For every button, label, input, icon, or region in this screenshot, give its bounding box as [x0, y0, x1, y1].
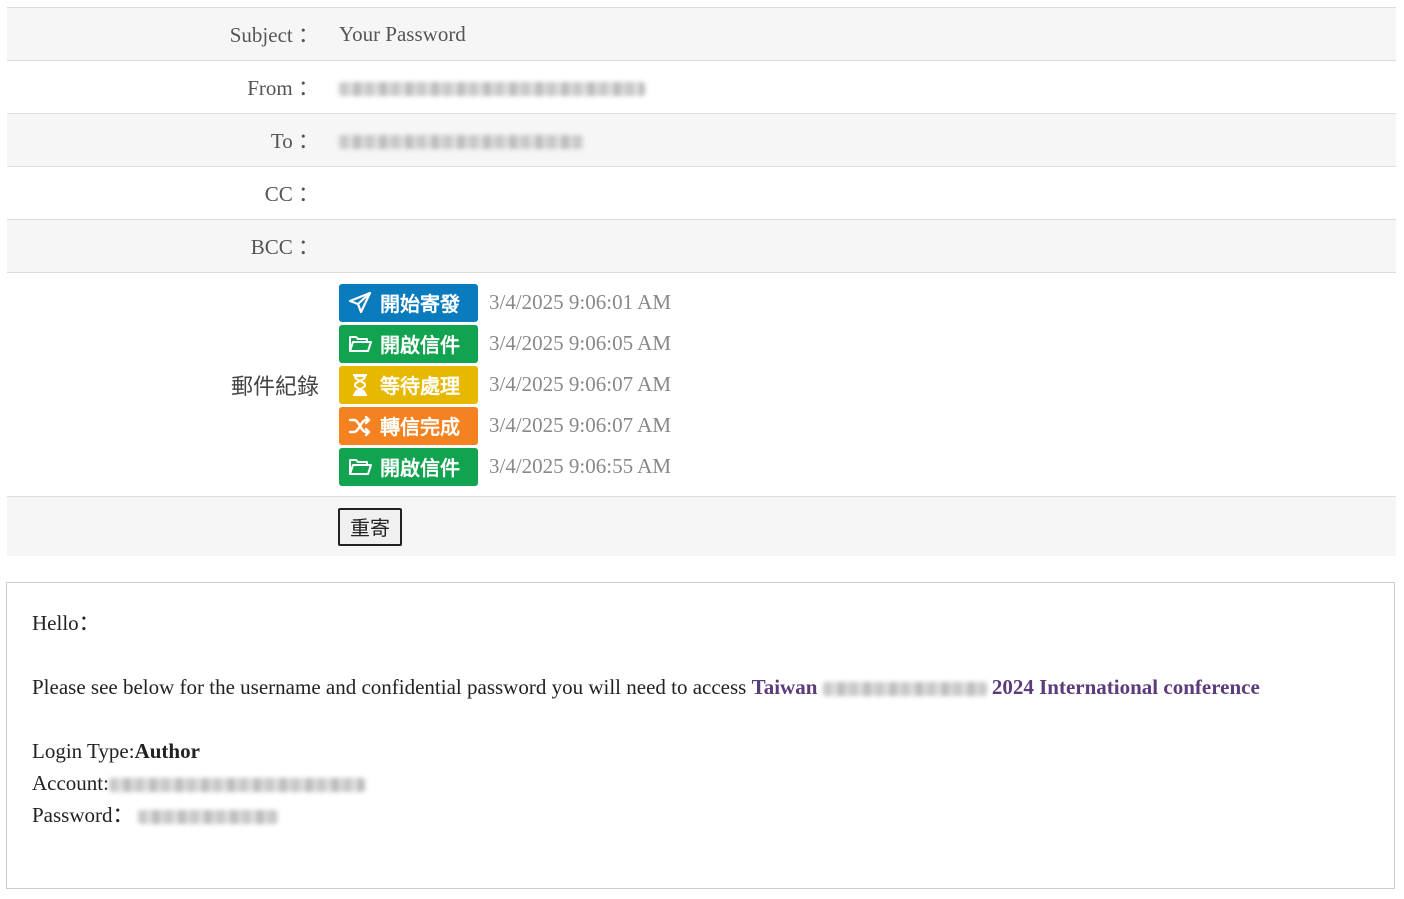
status-label: 開啟信件	[380, 333, 460, 357]
mail-header-table: Subject ： Your Password From ： To ： CC ：…	[7, 7, 1396, 556]
mail-log-list: 開始寄發 3/4/2025 9:06:01 AM 開啟信件 3/4/2025 9…	[319, 283, 672, 486]
log-entry: 轉信完成 3/4/2025 9:06:07 AM	[339, 406, 672, 445]
account-line: Account:	[32, 767, 1369, 799]
folder-open-icon	[349, 335, 372, 352]
log-entry: 等待處理 3/4/2025 9:06:07 AM	[339, 365, 672, 404]
log-timestamp: 3/4/2025 9:06:07 AM	[489, 372, 672, 396]
log-entry: 開始寄發 3/4/2025 9:06:01 AM	[339, 283, 672, 322]
status-badge: 轉信完成	[339, 406, 478, 445]
bcc-label: BCC ：	[250, 235, 319, 259]
password-label: Password：	[32, 803, 134, 827]
hourglass-icon	[353, 373, 367, 396]
mail-log-label: 郵件紀錄	[230, 374, 319, 400]
log-timestamp: 3/4/2025 9:06:01 AM	[489, 290, 672, 314]
folder-open-icon	[349, 458, 372, 475]
from-label: From ：	[247, 76, 319, 100]
log-entry: 開啟信件 3/4/2025 9:06:05 AM	[339, 324, 672, 363]
status-badge: 開啟信件	[339, 324, 478, 363]
status-badge: 開啟信件	[339, 447, 478, 486]
status-label: 轉信完成	[380, 415, 460, 439]
from-value	[319, 75, 645, 100]
greeting: Hello：	[32, 611, 100, 635]
to-value	[319, 128, 583, 153]
shuffle-icon	[348, 415, 371, 436]
cc-row: CC ：	[7, 167, 1396, 220]
paper-plane-icon	[348, 291, 372, 313]
status-label: 開始寄發	[380, 292, 460, 316]
bcc-row: BCC ：	[7, 220, 1396, 273]
mail-body: Hello： Please see below for the username…	[6, 582, 1395, 889]
status-badge: 開始寄發	[339, 283, 478, 322]
subject-label: Subject ：	[229, 23, 319, 47]
from-row: From ：	[7, 61, 1396, 114]
conference-suffix: 2024 International conference	[991, 675, 1260, 699]
password-line: Password：	[32, 799, 1369, 831]
redacted-password	[137, 810, 278, 825]
cc-label: CC ：	[264, 182, 319, 206]
account-label: Account:	[32, 771, 109, 795]
status-badge: 等待處理	[339, 365, 478, 404]
log-timestamp: 3/4/2025 9:06:05 AM	[489, 331, 672, 355]
conference-prefix: Taiwan	[751, 675, 818, 699]
to-label: To ：	[270, 129, 319, 153]
log-timestamp: 3/4/2025 9:06:55 AM	[489, 454, 672, 478]
status-label: 等待處理	[380, 374, 460, 398]
subject-row: Subject ： Your Password	[7, 8, 1396, 61]
intro-text: Please see below for the username and co…	[32, 675, 752, 699]
subject-value: Your Password	[339, 21, 466, 46]
log-timestamp: 3/4/2025 9:06:07 AM	[489, 413, 672, 437]
login-type-line: Login Type:Author	[32, 735, 1369, 767]
login-type-label: Login Type:	[32, 739, 135, 763]
conference-name: Taiwan 2024 International conference	[752, 675, 1260, 699]
resend-row: 重寄	[7, 497, 1396, 556]
redacted-to	[339, 134, 583, 149]
to-row: To ：	[7, 114, 1396, 167]
resend-button[interactable]: 重寄	[338, 507, 402, 546]
intro-paragraph: Please see below for the username and co…	[32, 671, 1369, 703]
mail-log-row: 郵件紀錄 開始寄發 3/4/2025 9:06:01 AM 開啟信件 3/4/2…	[7, 273, 1396, 497]
login-type-value: Author	[134, 739, 200, 763]
redacted-from	[339, 81, 645, 96]
redacted-account	[108, 778, 365, 793]
log-entry: 開啟信件 3/4/2025 9:06:55 AM	[339, 447, 672, 486]
status-label: 開啟信件	[380, 456, 460, 480]
redacted-conference	[822, 682, 987, 697]
